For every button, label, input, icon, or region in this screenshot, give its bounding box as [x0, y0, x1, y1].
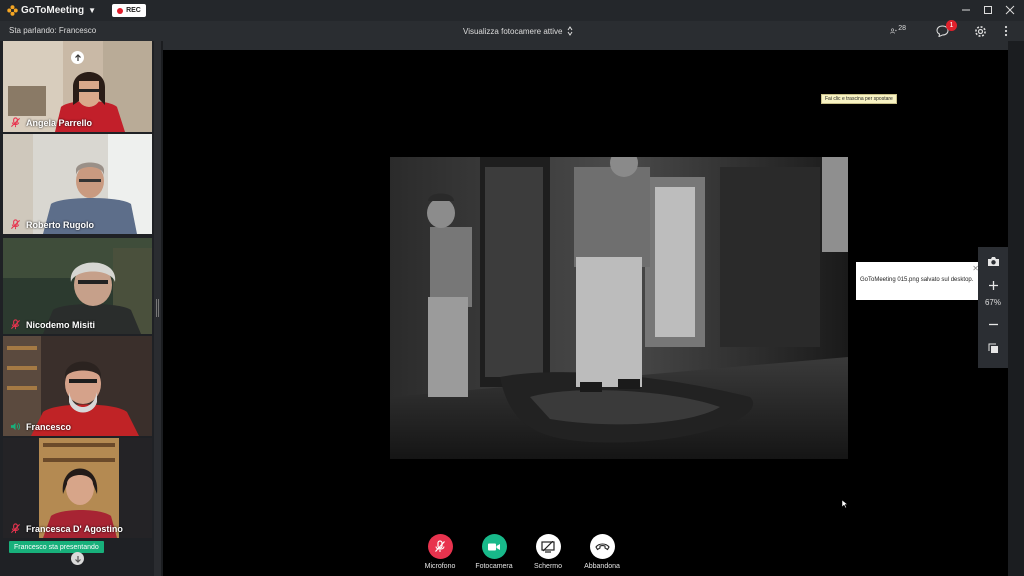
participants-count: 28: [898, 24, 906, 32]
participant-name: Francesca D' Agostino: [26, 523, 123, 534]
sidebar-resize-handle[interactable]: [154, 41, 161, 576]
participant-tile[interactable]: Francesco: [3, 336, 152, 436]
window-controls: [960, 4, 1016, 16]
copy-windows-icon: [988, 343, 998, 353]
arrow-up-icon: [74, 53, 81, 61]
mic-off-icon: [10, 219, 21, 230]
participant-name: Nicodemo Misiti: [26, 319, 96, 330]
meeting-toolbar: Sta parlando: Francesco Visualizza fotoc…: [0, 20, 1024, 41]
minus-icon: [988, 323, 998, 325]
participant-tile[interactable]: Roberto Rugolo: [3, 134, 152, 234]
participant-tile[interactable]: Francesca D' Agostino: [3, 438, 152, 538]
arrow-down-icon: [74, 555, 81, 563]
participants-button[interactable]: 28: [890, 23, 906, 39]
plus-icon: [988, 280, 998, 290]
scroll-up-button[interactable]: [71, 51, 84, 64]
mic-off-icon: [10, 523, 21, 534]
rec-label: REC: [126, 7, 141, 14]
grip-icon: [156, 299, 159, 317]
more-vertical-icon: [1004, 25, 1008, 37]
participant-name-tag: Nicodemo Misiti: [10, 319, 95, 330]
screen-share-button[interactable]: Schermo: [528, 534, 568, 570]
speaker-active-icon: [10, 422, 21, 431]
settings-button[interactable]: [972, 23, 988, 39]
minimize-icon[interactable]: [960, 4, 972, 16]
mic-off-icon: [10, 319, 21, 330]
shared-photo: [390, 157, 848, 459]
close-icon[interactable]: [1004, 4, 1016, 16]
chat-unread-badge: 1: [946, 20, 957, 31]
participant-name-tag: Francesco: [10, 421, 71, 432]
gear-icon: [974, 25, 986, 37]
active-speaker-label: Sta parlando: Francesco: [9, 26, 97, 35]
leave-meeting-label: Abbandona: [584, 563, 620, 570]
camera-circle: [481, 534, 507, 559]
camera-view-label: Visualizza fotocamere attive: [463, 26, 563, 36]
camera-button[interactable]: Fotocamera: [474, 534, 514, 570]
rec-badge[interactable]: REC: [112, 4, 146, 17]
chat-button[interactable]: 1: [934, 20, 957, 39]
notification-text: GoToMeeting 015.png salvato sul desktop.: [860, 277, 974, 283]
scroll-down-button[interactable]: [71, 552, 84, 565]
screen-share-label: Schermo: [533, 563, 562, 570]
participant-name-tag: Angela Parrello: [10, 117, 92, 128]
gotomeeting-logo-icon: [7, 5, 18, 16]
zoom-level: 67%: [984, 298, 1001, 307]
fit-screen-button[interactable]: [983, 338, 1003, 358]
people-icon: [890, 28, 897, 34]
screen-share-icon: [541, 540, 555, 553]
camera-view-select[interactable]: Visualizza fotocamere attive: [463, 26, 573, 36]
presenter-status-badge: Francesco sta presentando: [9, 541, 104, 553]
app-name: GoToMeeting: [21, 5, 85, 16]
participant-name-tag: Roberto Rugolo: [10, 219, 94, 230]
record-dot-icon: [117, 7, 124, 14]
leave-meeting-button[interactable]: Abbandona: [582, 534, 622, 570]
maximize-icon[interactable]: [982, 4, 994, 16]
camera-label: Fotocamera: [475, 563, 513, 570]
video-camera-icon: [488, 543, 500, 550]
mic-off-icon: [435, 540, 445, 552]
stage-header-strip: [163, 41, 1008, 50]
microphone-circle: [427, 534, 453, 559]
mic-off-icon: [10, 117, 21, 128]
participant-name: Roberto Rugolo: [26, 219, 94, 230]
participant-name-tag: Francesca D' Agostino: [10, 523, 123, 534]
microphone-label: Microfono: [424, 563, 456, 570]
chevron-up-down-icon: [567, 26, 573, 36]
zoom-in-button[interactable]: [983, 275, 1003, 295]
snapshot-button[interactable]: [983, 251, 1003, 271]
app-menu[interactable]: GoToMeeting ▼: [7, 5, 96, 16]
zoom-controls: 67%: [978, 247, 1008, 368]
meeting-controls: Microfono Fotocamera Schermo Abbandona: [420, 534, 622, 570]
participant-tile[interactable]: Nicodemo Misiti: [3, 238, 152, 334]
screen-share-circle: [535, 534, 561, 559]
zoom-out-button[interactable]: [983, 314, 1003, 334]
more-options-button[interactable]: [998, 23, 1014, 39]
participant-name: Francesco: [26, 421, 72, 432]
leave-meeting-circle: [589, 534, 615, 559]
screenshot-saved-notification: ✕ GoToMeeting 015.png salvato sul deskto…: [856, 262, 982, 300]
hang-up-icon: [594, 543, 610, 551]
drag-hint-tooltip: Fai clic e trascina per spostare: [821, 94, 897, 104]
microphone-button[interactable]: Microfono: [420, 534, 460, 570]
chevron-down-icon: ▼: [88, 6, 97, 15]
title-bar: GoToMeeting ▼ REC: [0, 0, 1024, 21]
participant-name: Angela Parrello: [26, 117, 93, 128]
mouse-cursor-icon: [842, 500, 848, 509]
camera-icon: [987, 256, 999, 266]
